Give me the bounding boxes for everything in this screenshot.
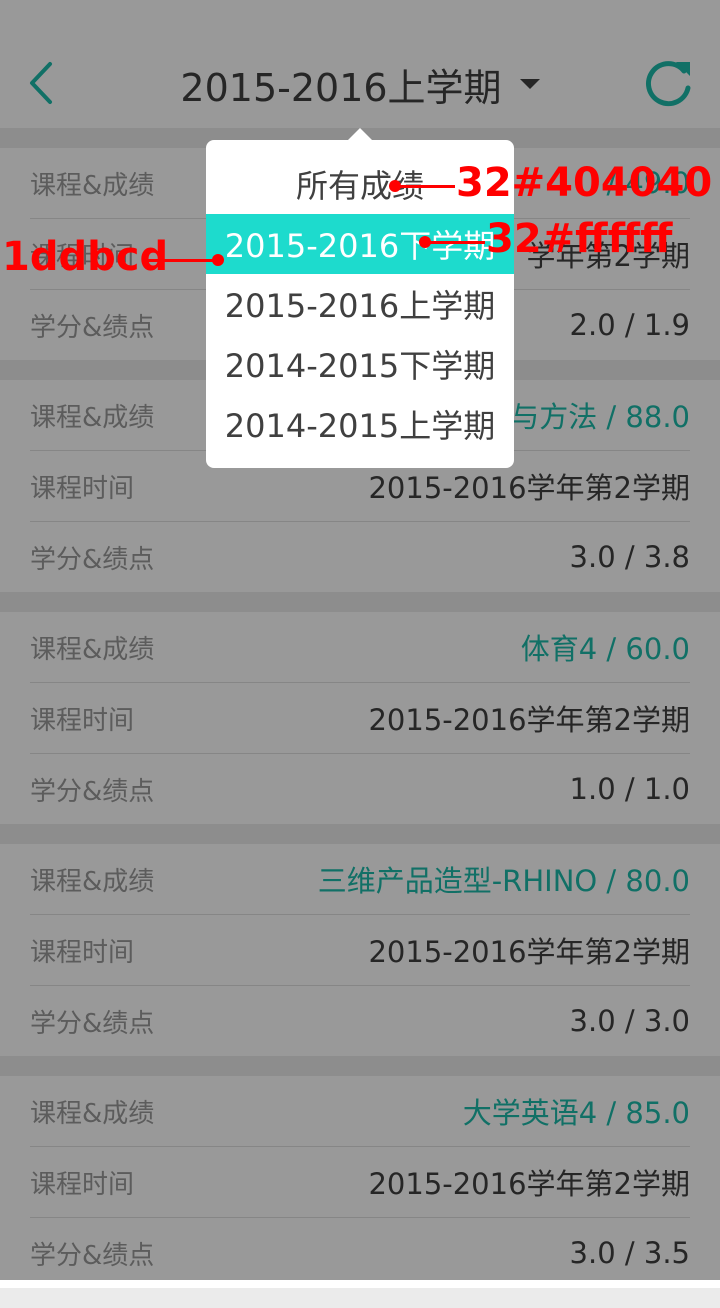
annotation-line <box>148 259 218 262</box>
annotation-line <box>425 241 485 244</box>
annotation-selected-text-spec: 32#ffffff <box>486 216 673 262</box>
dropdown-item[interactable]: 2014-2015下学期 <box>206 334 514 394</box>
annotation-dot <box>212 254 224 266</box>
popup-arrow <box>348 128 372 140</box>
annotation-selected-bg-spec: 1ddbcd <box>2 234 169 280</box>
dropdown-item[interactable]: 2014-2015上学期 <box>206 394 514 454</box>
annotation-text-spec: 32#404040 <box>456 160 713 206</box>
dropdown-item[interactable]: 2015-2016上学期 <box>206 274 514 334</box>
annotation-line <box>395 185 455 188</box>
dropdown-item[interactable]: 2015-2016下学期 <box>206 214 514 274</box>
